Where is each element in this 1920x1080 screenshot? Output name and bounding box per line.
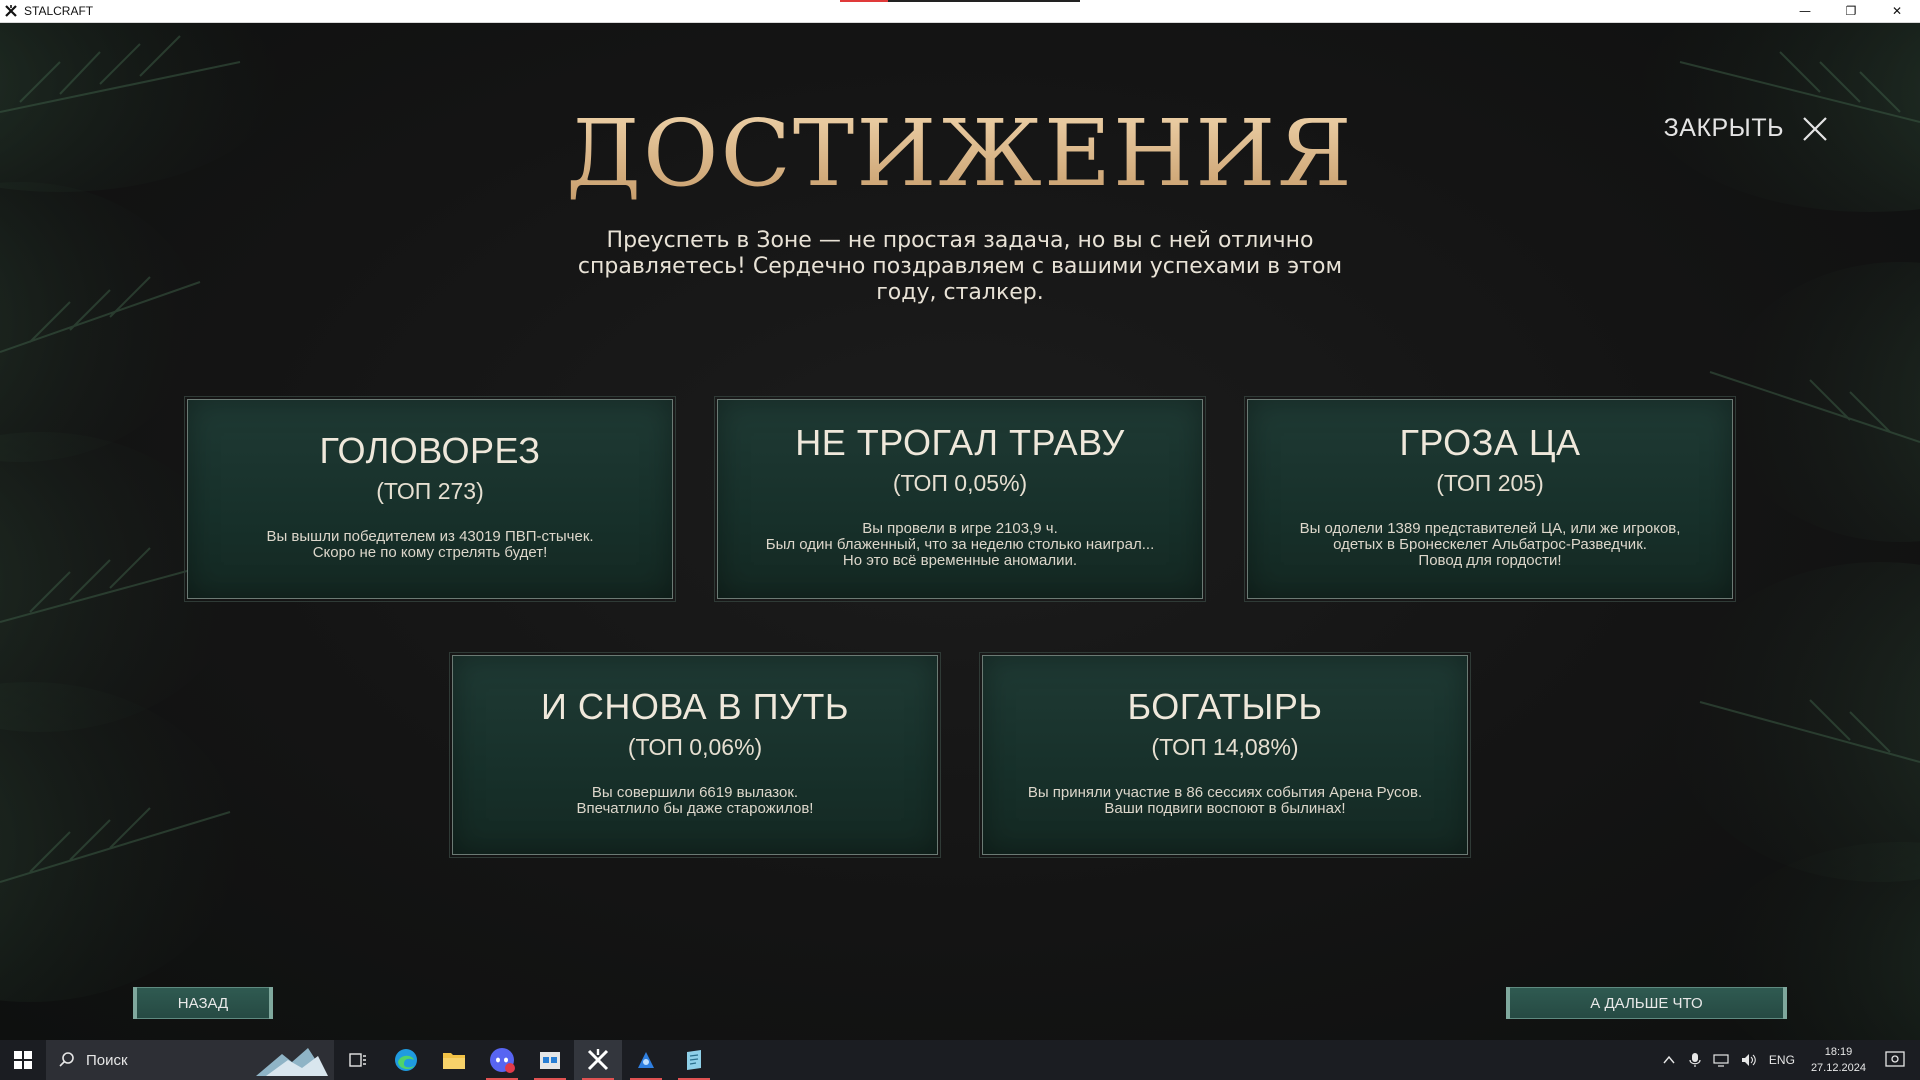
task-view-icon [349,1053,366,1067]
microphone-icon[interactable] [1689,1052,1701,1068]
clock[interactable]: 18:19 27.12.2024 [1811,1044,1866,1076]
volume-icon[interactable] [1741,1053,1757,1067]
file-explorer-icon [443,1053,465,1069]
chevron-up-icon[interactable] [1663,1055,1675,1065]
achievement-card-i-snova-v-put: И СНОВА В ПУТЬ (ТОП 0,06%) Вы совершили … [449,652,941,858]
stalcraft-logo-icon [5,5,17,17]
achievement-rank: (ТОП 205) [1436,470,1544,496]
taskbar-app-store[interactable] [526,1040,574,1080]
game-viewport: ДОСТИЖЕНИЯ ЗАКРЫТЬ Преуспеть в Зоне — не… [0,22,1920,1040]
network-icon[interactable] [1713,1053,1729,1067]
taskbar-app-stalcraft[interactable] [574,1040,622,1080]
taskbar-app-discord[interactable] [478,1040,526,1080]
description-line: Вы совершили 6619 вылазок. [591,784,799,801]
achievement-rank: (ТОП 0,06%) [627,734,763,760]
window-title: STALCRAFT [24,4,94,18]
language-indicator[interactable]: ENG [1769,1053,1795,1067]
title-progress-line [840,0,1080,2]
notes-icon [687,1050,701,1070]
achievement-card-bogatyr: БОГАТЫРЬ (ТОП 14,08%) Вы приняли участие… [979,652,1471,858]
achievement-description: Вы провели в игре 2103,9 ч. Был один бла… [718,521,1202,569]
minimize-button[interactable]: — [1782,0,1828,22]
achievement-title: ГРОЗА ЦА [1399,422,1581,463]
taskbar-app-notes[interactable] [670,1040,718,1080]
achievement-card-groza-ca: ГРОЗА ЦА (ТОП 205) Вы одолели 1389 предс… [1244,396,1736,602]
achievement-title: БОГАТЫРЬ [1127,686,1323,727]
description-line: Вы провели в игре 2103,9 ч. [862,520,1058,537]
achievement-description: Вы совершили 6619 вылазок. Впечатлило бы… [453,785,937,817]
discord-icon [490,1048,515,1073]
achievement-rank: (ТОП 14,08%) [1151,734,1299,760]
description-line: Вы одолели 1389 представителей ЦА, или ж… [1299,520,1681,537]
description-line: Впечатлило бы даже старожилов! [576,800,814,817]
clock-date: 27.12.2024 [1810,1062,1866,1074]
achievement-card-golovorez: ГОЛОВОРЕЗ (ТОП 273) Вы вышли победителем… [184,396,676,602]
back-button[interactable]: НАЗАД [133,987,273,1019]
achievement-title: И СНОВА В ПУТЬ [540,686,850,727]
close-achievements-button[interactable]: ЗАКРЫТЬ [1664,114,1828,143]
store-icon [540,1052,560,1069]
search-icon [59,1052,74,1067]
page-title: ДОСТИЖЕНИЯ [0,100,1920,207]
restore-icon: ❐ [1845,4,1857,18]
close-icon: ✕ [1891,4,1903,18]
achievement-title: НЕ ТРОГАЛ ТРАВУ [795,422,1125,463]
taskbar-search[interactable]: Поиск [46,1040,334,1080]
description-line: Скоро не по кому стрелять будет! [312,544,548,561]
description-line: одетых в Бронескелет Альбатрос-Разведчик… [1333,536,1647,553]
description-line: Но это всё временные аномалии. [842,552,1078,569]
minimize-icon: — [1799,4,1811,18]
achievement-description: Вы приняли участие в 86 сессиях события … [983,785,1467,817]
stalcraft-icon [587,1049,609,1071]
edge-icon [395,1049,417,1071]
window-close-button[interactable]: ✕ [1874,0,1920,22]
start-button[interactable] [0,1040,46,1080]
taskbar-app-explorer[interactable] [430,1040,478,1080]
task-view-button[interactable] [334,1040,382,1080]
achievement-card-ne-trogal-travu: НЕ ТРОГАЛ ТРАВУ (ТОП 0,05%) Вы провели в… [714,396,1206,602]
taskbar-app-edge[interactable] [382,1040,430,1080]
page-subtitle: Преуспеть в Зоне — не простая задача, но… [577,228,1343,305]
achievement-title: ГОЛОВОРЕЗ [319,430,541,471]
search-highlight-art [256,1048,328,1076]
notification-center-icon[interactable] [1884,1049,1906,1071]
achievement-rank: (ТОП 273) [376,478,484,504]
system-tray: ENG 18:19 27.12.2024 [1655,1040,1920,1080]
close-label: ЗАКРЫТЬ [1663,114,1784,142]
back-button-label: НАЗАД [177,994,229,1012]
achievement-description: Вы одолели 1389 представителей ЦА, или ж… [1248,521,1732,569]
achievement-rank: (ТОП 0,05%) [892,470,1028,496]
search-placeholder: Поиск [86,1051,128,1069]
taskbar-app-launcher[interactable] [622,1040,670,1080]
next-button-label: А ДАЛЬШЕ ЧТО [1590,994,1703,1012]
close-x-icon [1803,116,1827,141]
description-line: Вы приняли участие в 86 сессиях события … [1027,784,1423,801]
description-line: Вы вышли победителем из 43019 ПВП-стычек… [266,528,594,545]
achievement-description: Вы вышли победителем из 43019 ПВП-стычек… [188,529,672,561]
window-titlebar: STALCRAFT — ❐ ✕ [0,0,1920,23]
windows-logo-icon [14,1051,32,1069]
game-launcher-icon [638,1052,654,1068]
windows-taskbar: Поиск ENG 18:19 27.12.2024 [0,1040,1920,1080]
next-button[interactable]: А ДАЛЬШЕ ЧТО [1506,987,1787,1019]
description-line: Был один блаженный, что за неделю стольк… [765,536,1155,553]
clock-time: 18:19 [1824,1046,1853,1058]
description-line: Повод для гордости! [1418,552,1562,569]
restore-button[interactable]: ❐ [1828,0,1874,22]
description-line: Ваши подвиги воспоют в былинах! [1104,800,1346,817]
